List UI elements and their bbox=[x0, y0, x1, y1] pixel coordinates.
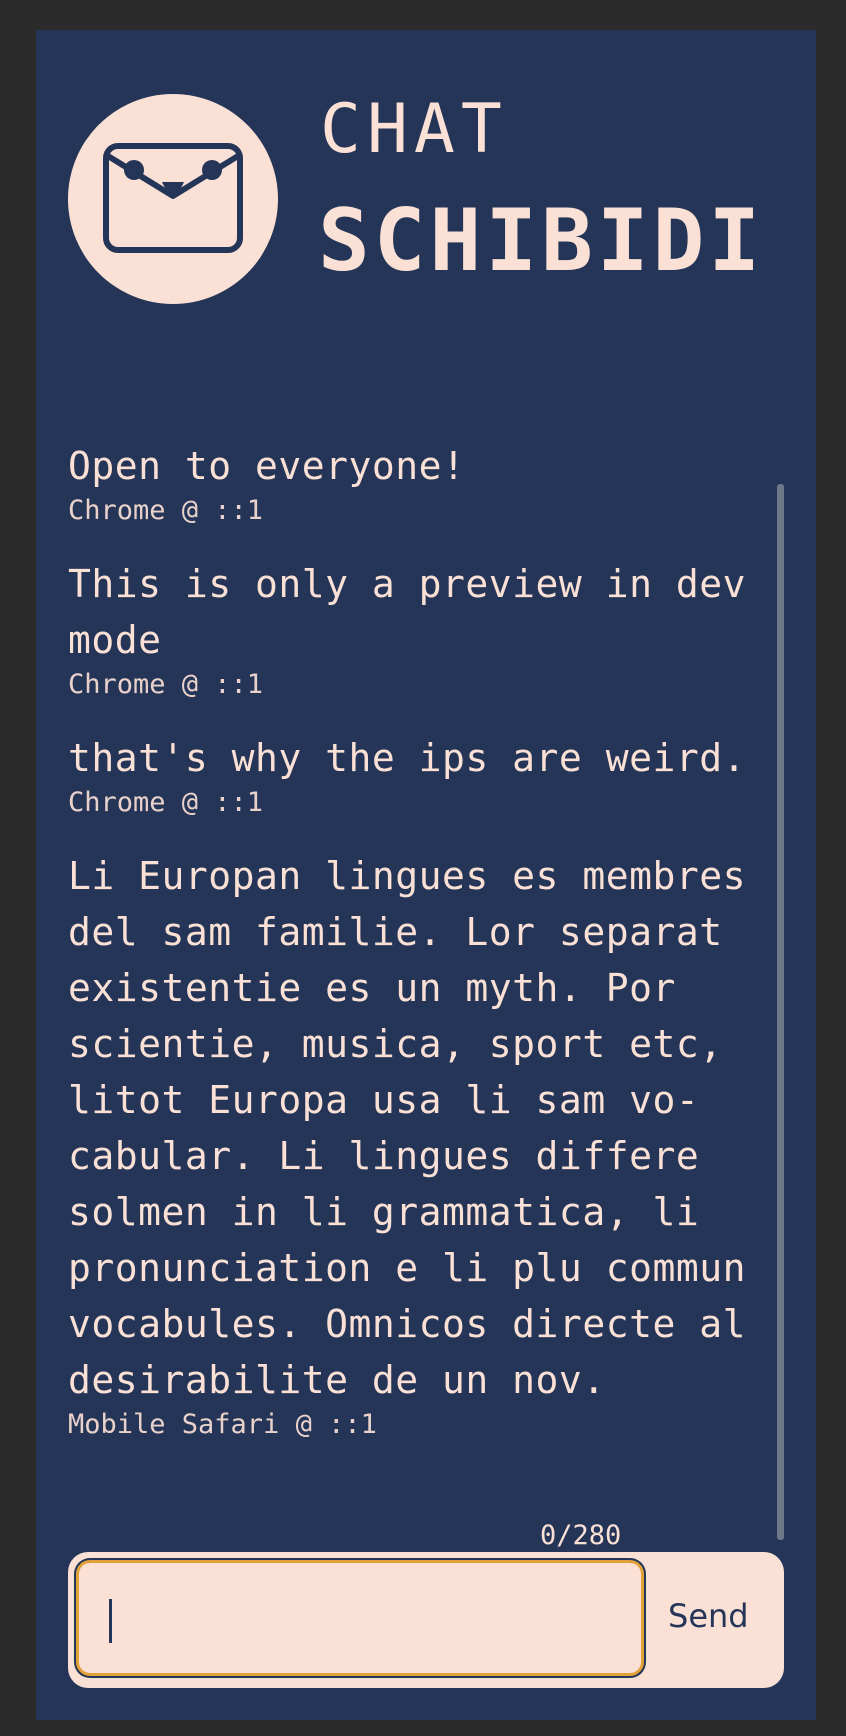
send-button[interactable]: Send bbox=[668, 1600, 749, 1632]
app-title-bottom: SCHIBIDI bbox=[318, 191, 765, 291]
message-list: Open to everyone! Chrome @ ::1 This is o… bbox=[68, 438, 768, 1538]
message-item: that's why the ips are weird. Chrome @ :… bbox=[68, 730, 768, 818]
message-meta: Chrome @ ::1 bbox=[68, 495, 264, 526]
message-item: This is only a preview in dev mode Chrom… bbox=[68, 556, 768, 700]
message-meta: Mobile Safari @ ::1 bbox=[68, 1409, 377, 1440]
message-text: that's why the ips are weird. bbox=[68, 736, 746, 780]
smiling-envelope-icon bbox=[103, 143, 243, 253]
message-item: Open to everyone! Chrome @ ::1 bbox=[68, 438, 768, 526]
message-composer: Send bbox=[68, 1552, 784, 1688]
message-meta: Chrome @ ::1 bbox=[68, 669, 264, 700]
message-text: Open to everyone! bbox=[68, 444, 466, 488]
message-meta: Chrome @ ::1 bbox=[68, 787, 264, 818]
message-text: This is only a preview in dev mode bbox=[68, 562, 746, 662]
message-input[interactable] bbox=[76, 1560, 644, 1676]
app-logo bbox=[68, 94, 278, 304]
message-text: Li Europan lingues es membres del sam fa… bbox=[68, 854, 746, 1402]
app-window: CHAT SCHIBIDI Open to everyone! Chrome @… bbox=[36, 30, 816, 1720]
app-title-top: CHAT bbox=[320, 90, 508, 169]
message-item: Li Europan lingues es membres del sam fa… bbox=[68, 848, 768, 1440]
character-counter: 0/280 bbox=[540, 1520, 622, 1551]
text-caret bbox=[109, 1599, 112, 1643]
message-list-scrollbar[interactable] bbox=[777, 484, 784, 1540]
